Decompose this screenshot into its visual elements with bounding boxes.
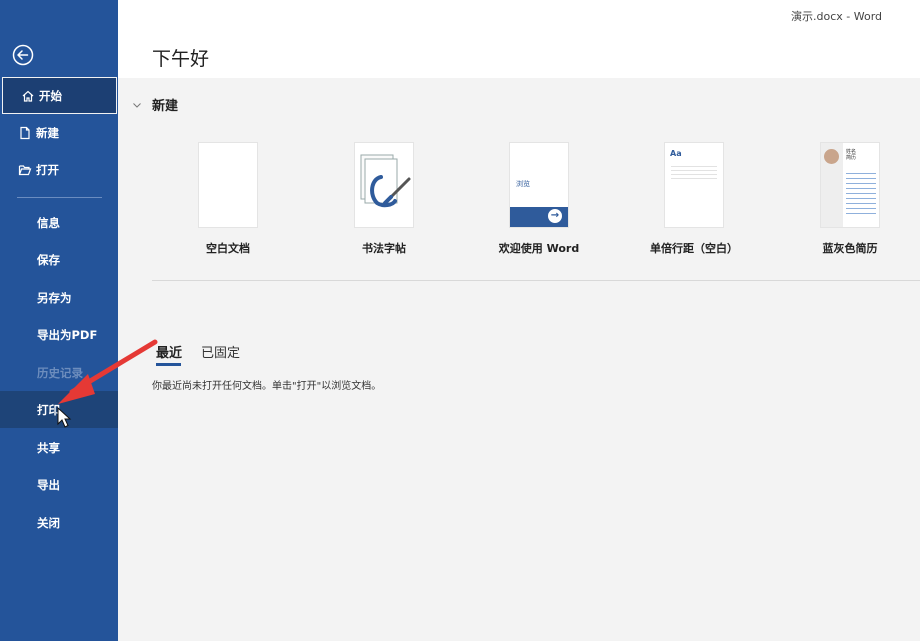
header: 演示.docx - Word 下午好 [118, 0, 920, 78]
nav-save-as[interactable]: 另存为 [0, 279, 118, 316]
template-label: 书法字帖 [362, 242, 406, 255]
nav-print[interactable]: 打印 [0, 391, 118, 428]
template-thumbnail: Aa [664, 142, 724, 228]
template-label: 欢迎使用 Word [498, 242, 580, 255]
nav-open-label: 打开 [36, 162, 59, 177]
nav-info-label: 信息 [37, 215, 60, 230]
back-arrow-icon [12, 44, 34, 66]
section-divider [152, 280, 920, 281]
nav-close-label: 关闭 [37, 515, 60, 530]
nav-share[interactable]: 共享 [0, 429, 118, 466]
open-folder-icon [17, 162, 33, 178]
main-content: 新建 空白文档 书法字帖 浏览 → 欢迎使用 Word Aa 单倍行距（空白） … [118, 78, 920, 641]
tab-recent-label: 最近 [156, 346, 183, 361]
chevron-down-icon [133, 103, 141, 108]
template-welcome-word[interactable]: 浏览 → 欢迎使用 Word [469, 142, 609, 256]
template-label: 单倍行距（空白） [650, 242, 738, 255]
template-label: 蓝灰色简历 [822, 242, 878, 255]
nav-home[interactable]: 开始 [2, 77, 117, 114]
nav-export-pdf[interactable]: 导出为PDF [0, 316, 118, 353]
tab-recent[interactable]: 最近 [156, 342, 183, 366]
collapse-new-section-button[interactable] [131, 96, 143, 108]
nav-save-label: 保存 [37, 252, 60, 267]
template-thumbnail: 浏览 → [509, 142, 569, 228]
tab-underline [156, 363, 181, 366]
nav-save-as-label: 另存为 [37, 290, 72, 305]
nav-info[interactable]: 信息 [0, 204, 118, 241]
nav-export[interactable]: 导出 [0, 466, 118, 503]
nav-history: 历史记录 [0, 354, 118, 391]
window-title: 演示.docx - Word [791, 10, 883, 23]
nav-export-pdf-label: 导出为PDF [37, 327, 98, 342]
resume-lines [846, 169, 876, 217]
template-label: 空白文档 [206, 242, 250, 255]
template-thumbnail [198, 142, 258, 228]
new-section-title: 新建 [152, 99, 179, 114]
calligraphy-brush-icon [360, 154, 411, 208]
nav-home-label: 开始 [39, 88, 62, 103]
nav-new-label: 新建 [36, 125, 59, 140]
home-icon [20, 88, 36, 104]
template-thumbnail: 姓名 简历 [820, 142, 880, 228]
nav-export-label: 导出 [37, 477, 60, 492]
template-blue-gray-resume[interactable]: 姓名 简历 蓝灰色简历 [780, 142, 920, 256]
thumb-text: 姓名 简历 [846, 149, 857, 161]
tab-pinned-label: 已固定 [201, 346, 241, 361]
back-button[interactable] [12, 44, 34, 66]
nav-new[interactable]: 新建 [0, 114, 118, 151]
tab-pinned[interactable]: 已固定 [201, 342, 240, 361]
template-thumbnail [354, 142, 414, 228]
recent-empty-message: 你最近尚未打开任何文档。单击"打开"以浏览文档。 [152, 381, 382, 392]
arrow-circle-icon: → [546, 207, 564, 225]
nav-save[interactable]: 保存 [0, 241, 118, 278]
resume-photo [824, 149, 839, 164]
backstage-sidebar: 开始 新建 打开 信息 保存 另存为 导出为PDF 历史记录 打印 共享 导出 … [0, 0, 118, 641]
nav-share-label: 共享 [37, 440, 60, 455]
template-calligraphy[interactable]: 书法字帖 [314, 142, 454, 256]
template-blank-document[interactable]: 空白文档 [158, 142, 298, 256]
nav-history-label: 历史记录 [37, 365, 83, 380]
template-single-spaced[interactable]: Aa 单倍行距（空白） [624, 142, 764, 256]
sidebar-divider [17, 197, 102, 198]
greeting: 下午好 [152, 48, 210, 70]
nav-open[interactable]: 打开 [0, 151, 118, 188]
thumb-text: Aa [670, 149, 682, 158]
nav-close[interactable]: 关闭 [0, 504, 118, 541]
new-document-icon [17, 125, 33, 141]
thumb-text: 浏览 [516, 180, 530, 188]
nav-print-label: 打印 [37, 402, 60, 417]
thumb-lines [671, 163, 717, 179]
